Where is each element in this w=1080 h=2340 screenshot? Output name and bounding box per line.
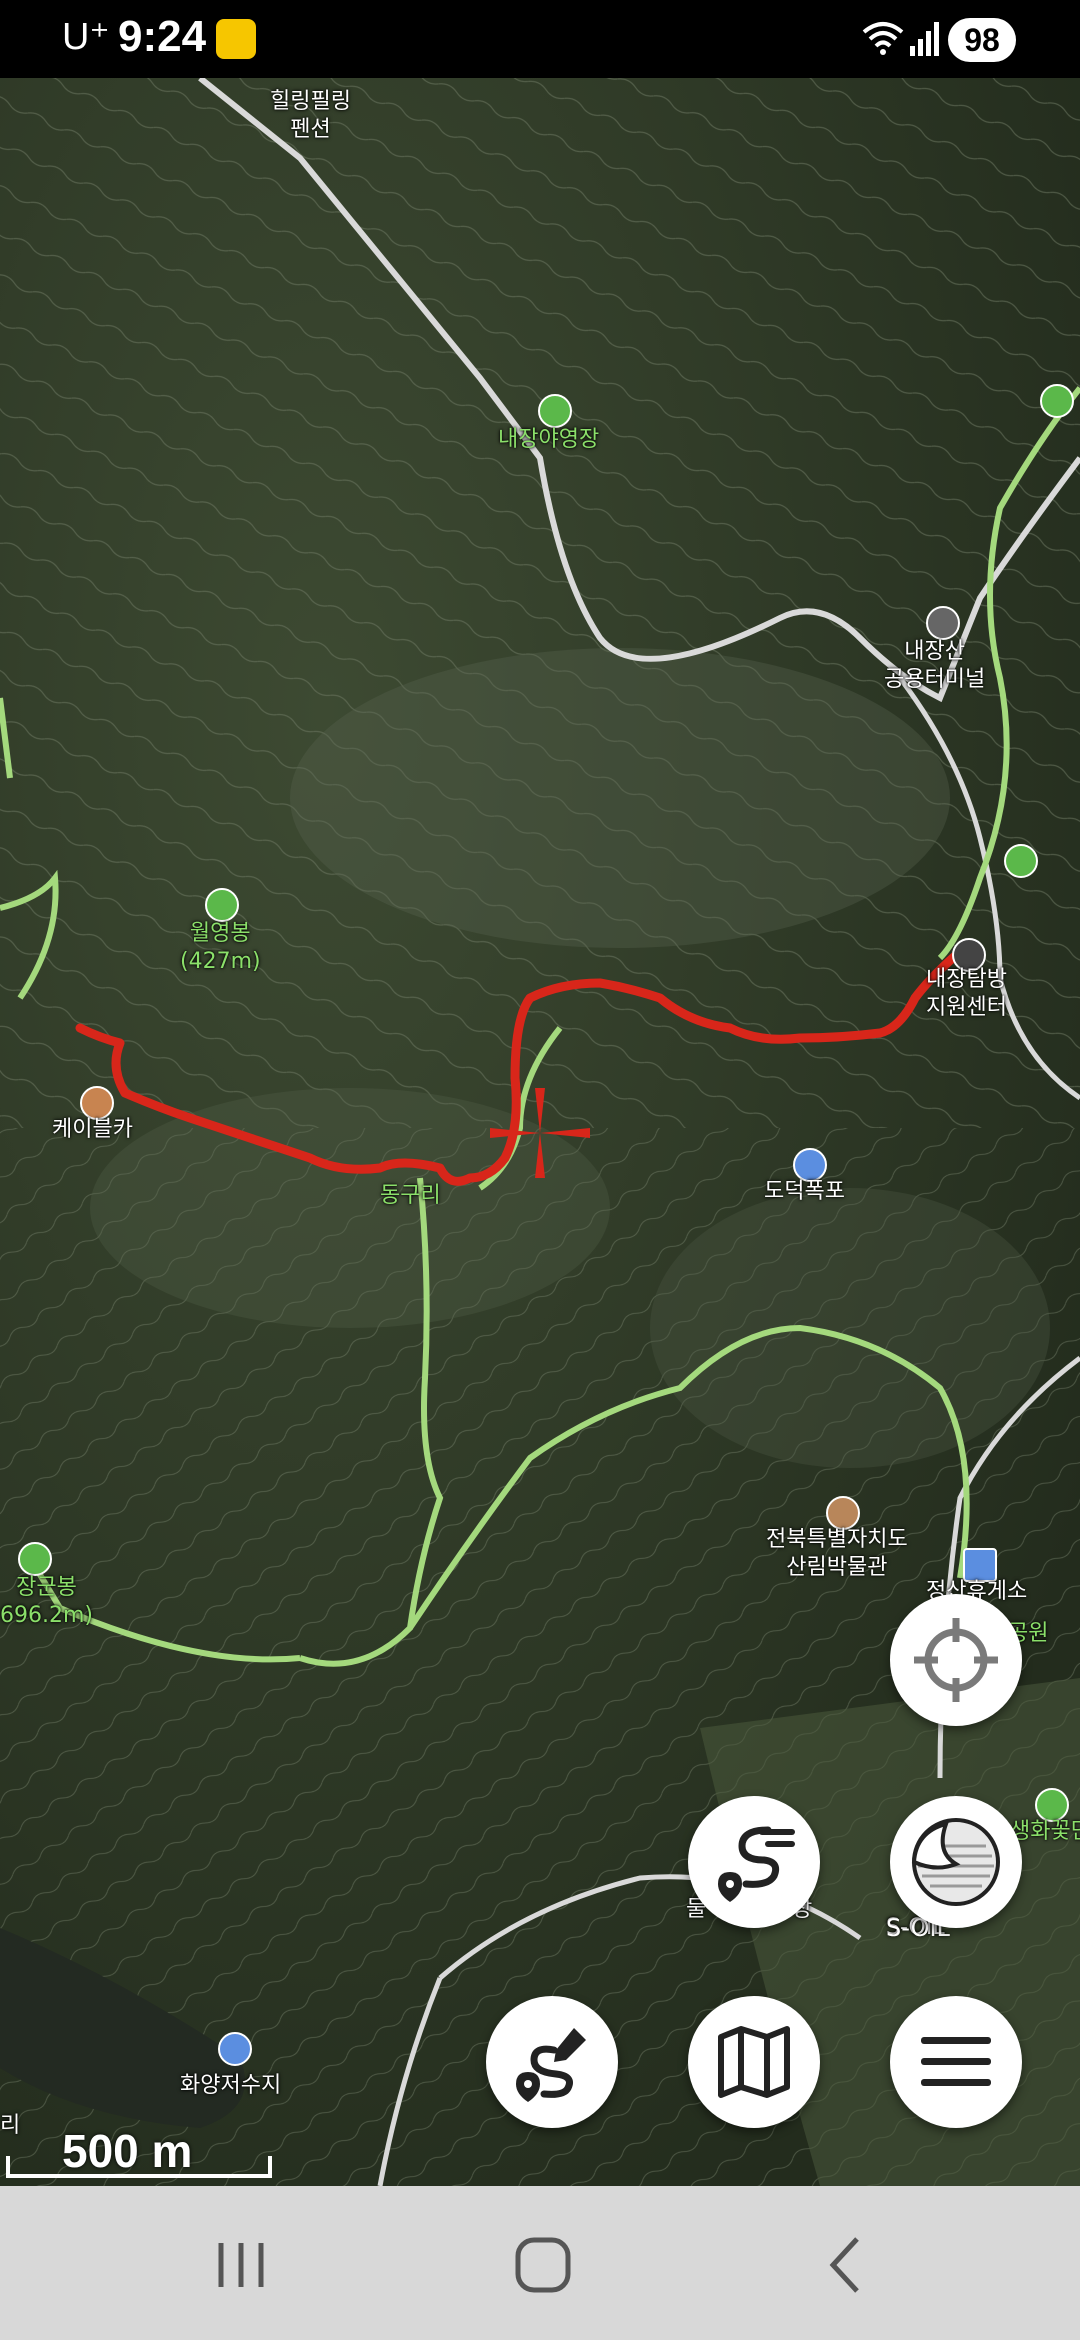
map-type-button[interactable]	[688, 1996, 820, 2128]
peak-marker-icon-2[interactable]	[18, 1542, 52, 1576]
label-dongguri: 동구리	[380, 1183, 441, 1208]
back-button[interactable]	[800, 2220, 890, 2310]
recent-apps-button[interactable]	[196, 2220, 286, 2310]
layers-button[interactable]	[890, 1796, 1022, 1928]
restarea-marker-icon[interactable]	[963, 1548, 997, 1582]
label-visitor-center: 내장탐방 지원센터	[926, 967, 1007, 1020]
battery-indicator: 98	[948, 18, 1016, 62]
waterfall-marker-icon[interactable]	[793, 1148, 827, 1182]
back-icon	[829, 2237, 859, 2293]
label-bus-terminal: 내장산 공용터미널	[884, 639, 986, 692]
route-list-icon	[718, 1826, 795, 1902]
signal-icon	[910, 22, 939, 56]
draw-route-button[interactable]	[486, 1996, 618, 2128]
reservoir-marker-icon[interactable]	[218, 2032, 252, 2066]
locate-icon	[914, 1618, 998, 1702]
wifi-icon	[862, 22, 904, 55]
museum-marker-icon[interactable]	[826, 1496, 860, 1530]
home-icon	[515, 2237, 571, 2293]
peak-marker-icon[interactable]	[205, 888, 239, 922]
label-wolyeongbong: 월영봉 (427m)	[180, 921, 261, 974]
status-bar: U⁺ 9:24 98	[0, 0, 1080, 78]
label-dodeok-falls: 도덕폭포	[764, 1179, 845, 1204]
layers-icon	[911, 1818, 1000, 1906]
label-janggunbong: 장군봉 696.2m)	[0, 1575, 93, 1628]
label-campsite: 내장야영장	[498, 427, 600, 452]
menu-icon	[921, 2037, 991, 2086]
menu-button[interactable]	[890, 1996, 1022, 2128]
status-clock: 9:24	[118, 12, 207, 61]
app-notification-icon	[216, 19, 256, 59]
campsite-marker-icon[interactable]	[538, 394, 572, 428]
terminal-marker-icon[interactable]	[926, 606, 960, 640]
label-cable-car: 케이블카	[52, 1117, 133, 1142]
route-list-button[interactable]	[688, 1796, 820, 1928]
cablecar-marker-icon[interactable]	[80, 1086, 114, 1120]
label-hwayang-reservoir: 화양저수지	[180, 2073, 282, 2098]
locate-button[interactable]	[890, 1594, 1022, 1726]
direction-marker-icon-2[interactable]	[1004, 844, 1038, 878]
map-icon	[718, 2026, 790, 2098]
home-button[interactable]	[498, 2220, 588, 2310]
system-navigation-bar	[0, 2186, 1080, 2340]
carrier-label: U⁺	[62, 16, 110, 58]
direction-marker-icon[interactable]	[1040, 384, 1074, 418]
label-arboretum: 전북특별자치도 산림박물관	[766, 1527, 908, 1580]
label-healing-pension: 힐링필링 펜션	[270, 89, 351, 142]
draw-route-icon	[516, 2028, 586, 2102]
scale-label: 500 m	[62, 2125, 193, 2177]
label-flower: 생화꽃단	[1010, 1819, 1080, 1844]
recent-apps-icon	[218, 2243, 264, 2287]
park-marker-icon[interactable]	[1035, 1788, 1069, 1822]
